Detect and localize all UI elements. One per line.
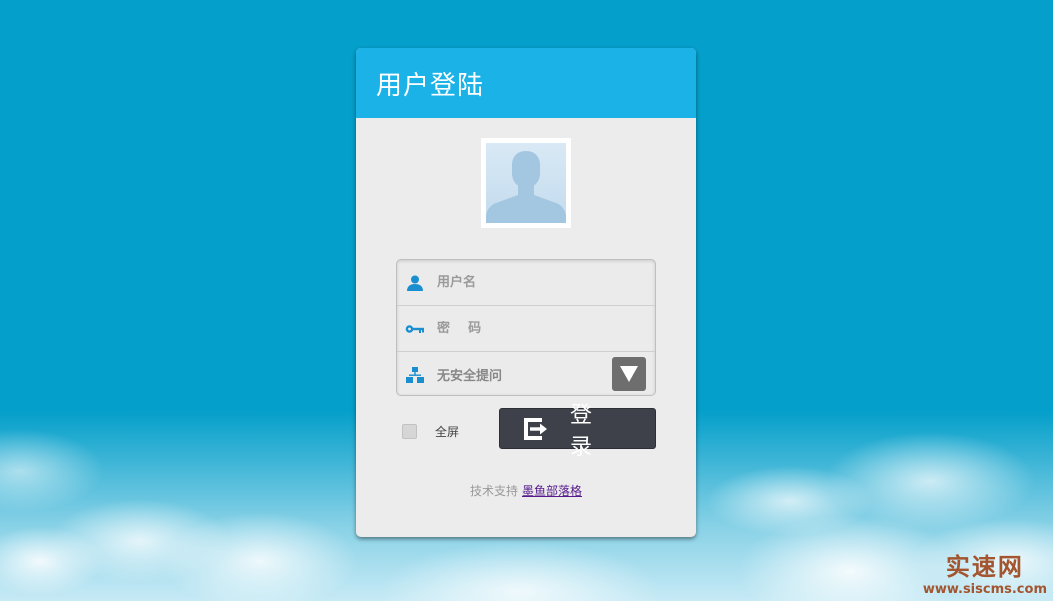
support-text: 技术支持: [469, 484, 518, 498]
user-icon: [405, 273, 425, 293]
select-dropdown-button[interactable]: [612, 357, 646, 391]
login-button[interactable]: 登 录: [499, 403, 656, 460]
login-card: 用户登陆 用户名 无安全提问 全屏 登 录 技术支持 墨鱼部落格: [356, 48, 696, 537]
login-form-fields: 无安全提问: [396, 259, 656, 396]
watermark-url: www.siscms.com: [922, 582, 1047, 597]
fullscreen-checkbox[interactable]: [402, 424, 417, 439]
username-input[interactable]: [437, 275, 637, 290]
triangle-down-icon: [620, 366, 638, 382]
support-link[interactable]: 墨鱼部落格: [522, 484, 582, 498]
sitemap-icon: [405, 365, 425, 385]
login-enter-icon: [524, 417, 548, 440]
avatar: [481, 138, 571, 228]
password-input[interactable]: [437, 321, 637, 336]
fullscreen-option: 全屏: [402, 423, 459, 440]
support-footer: 技术支持 墨鱼部落格: [356, 482, 696, 499]
login-title: 用户登陆: [376, 70, 485, 101]
password-row: [397, 306, 655, 352]
security-question-select[interactable]: 无安全提问: [397, 352, 655, 397]
fullscreen-label: 全屏: [435, 425, 460, 439]
login-header: 用户登陆: [356, 48, 696, 118]
key-icon: [405, 319, 425, 339]
security-question-value: 无安全提问: [437, 369, 503, 384]
avatar-placeholder-icon: [486, 143, 566, 223]
watermark: 实速网 www.siscms.com: [923, 547, 1047, 597]
username-row: [397, 260, 655, 306]
watermark-title: 实速网: [945, 553, 1024, 581]
login-button-label: 登 录: [570, 402, 607, 460]
